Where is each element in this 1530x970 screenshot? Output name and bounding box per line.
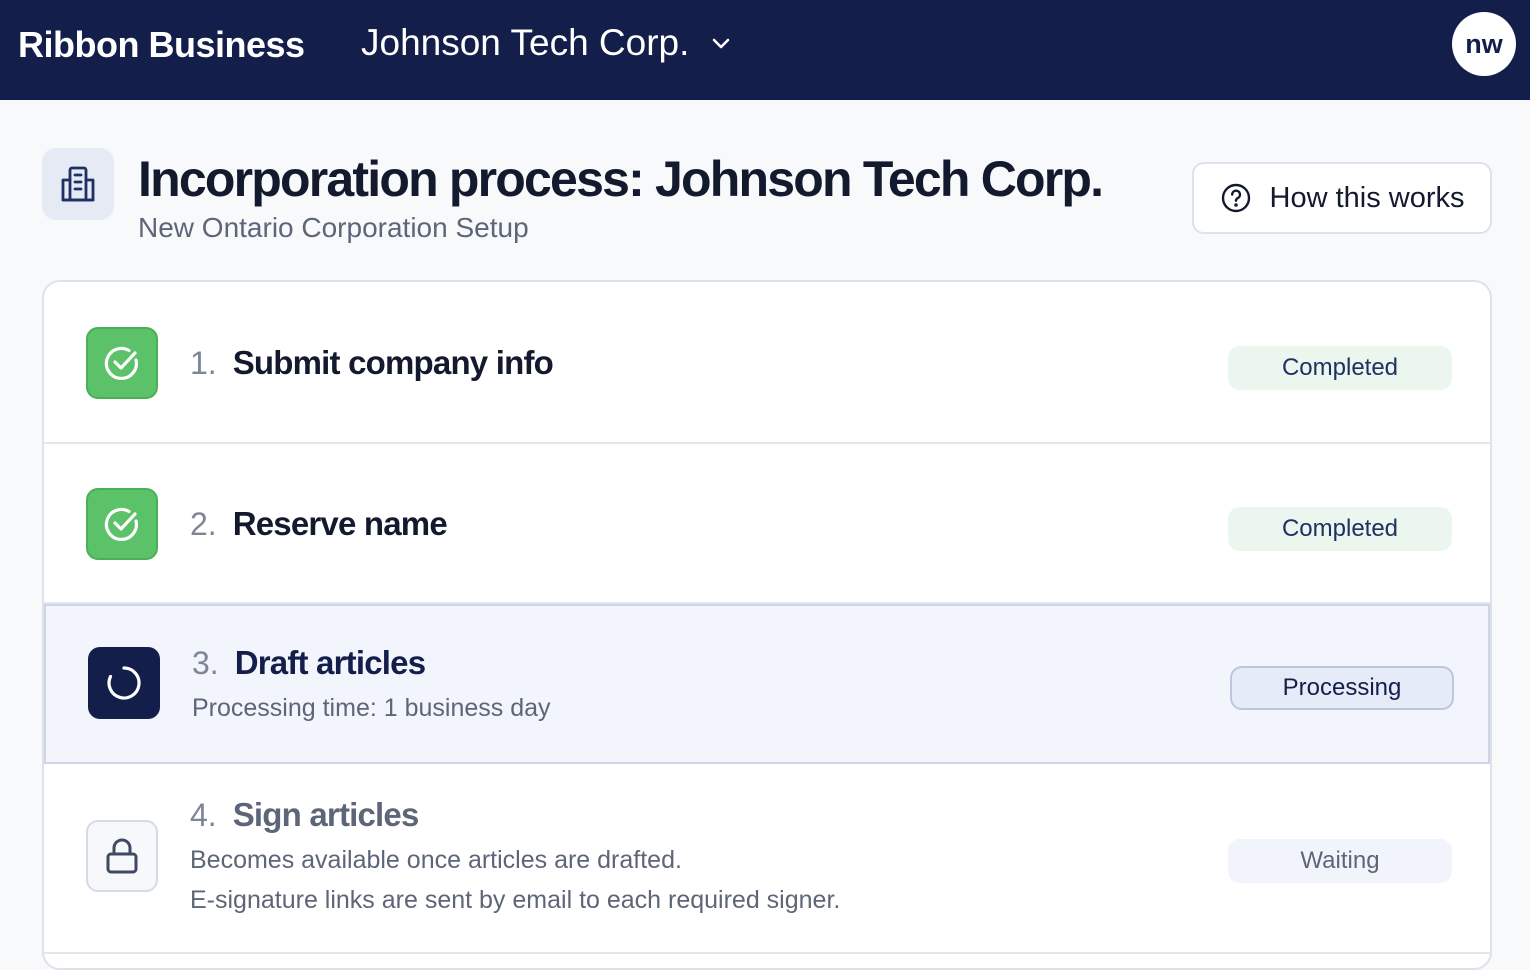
step-number: 2. [190,506,217,542]
step-draft-articles[interactable]: 3. Draft articles Processing time: 1 bus… [44,604,1490,764]
question-circle-icon [1221,183,1250,213]
how-this-works-label: How this works [1269,181,1465,214]
check-circle-icon [86,488,158,560]
status-badge: Processing [1230,666,1454,710]
step-number: 3. [192,645,219,681]
top-bar: Ribbon Business Johnson Tech Corp. nw [0,0,1530,100]
step-title: Draft articles [234,644,426,681]
company-switcher[interactable]: Johnson Tech Corp. [361,22,733,64]
steps-list: 1. Submit company info Completed 2. Rese… [42,280,1492,970]
status-badge: Completed [1228,507,1452,551]
step-number: 1. [190,345,217,381]
company-name: Johnson Tech Corp. [361,22,690,63]
step-sign-articles[interactable]: 4. Sign articles Becomes available once … [44,764,1490,954]
page-subtitle: New Ontario Corporation Setup [138,212,529,243]
status-badge: Completed [1228,346,1452,390]
status-badge: Waiting [1228,839,1452,883]
avatar[interactable]: nw [1452,12,1516,76]
step-title: Reserve name [232,505,448,542]
building-icon [42,148,114,220]
step-submit-company-info[interactable]: 1. Submit company info Completed [44,282,1490,444]
step-title: Submit company info [232,344,554,381]
chevron-down-icon [713,38,730,49]
step-number: 4. [190,797,217,833]
spinner-icon [88,647,160,719]
page-title: Incorporation process: Johnson Tech Corp… [138,151,1104,207]
step-title: Sign articles [232,796,420,833]
step-description-secondary: E-signature links are sent by email to e… [190,886,841,914]
step-reserve-name[interactable]: 2. Reserve name Completed [44,444,1490,604]
how-this-works-button[interactable]: How this works [1192,162,1492,234]
step-description: Becomes available once articles are draf… [190,846,682,874]
brand-logo[interactable]: Ribbon Business [18,24,305,66]
lock-icon [86,820,158,892]
check-circle-icon [86,327,158,399]
step-description: Processing time: 1 business day [192,694,551,722]
